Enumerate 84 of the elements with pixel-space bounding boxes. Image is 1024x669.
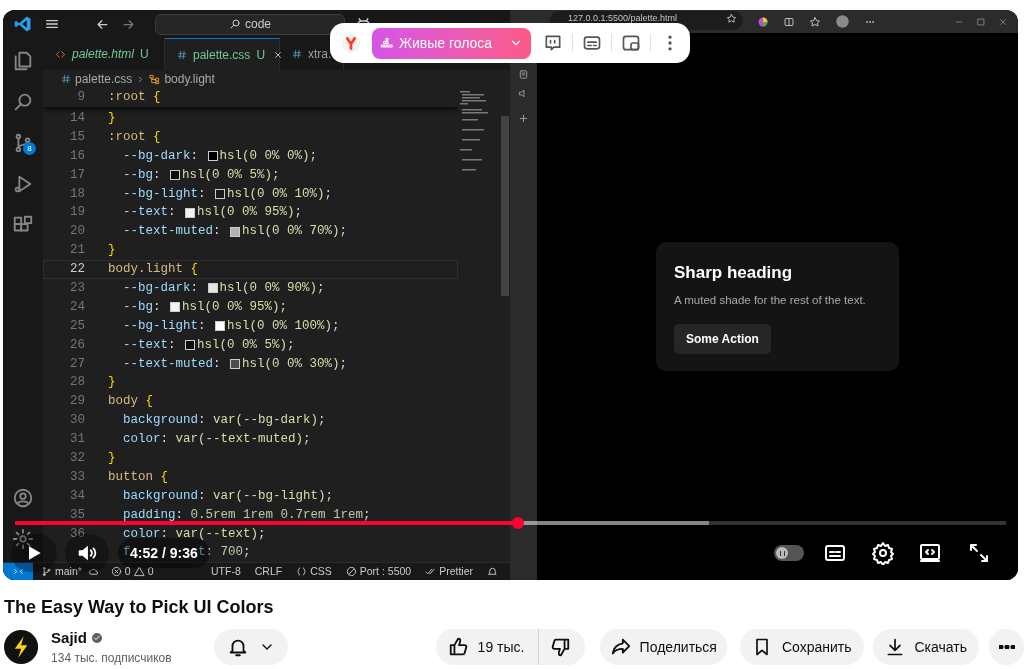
language-label[interactable]: CSS bbox=[310, 563, 332, 580]
code-text: --bg: bbox=[122, 166, 162, 184]
code-text: } bbox=[108, 109, 116, 127]
code-text: } bbox=[108, 374, 116, 392]
code-text: :root { bbox=[108, 128, 161, 146]
card-heading: Sharp heading bbox=[674, 262, 793, 284]
editor-tab[interactable]: palette.css U bbox=[165, 38, 280, 70]
line-number: 34 bbox=[70, 488, 85, 503]
line-number: 36 bbox=[70, 526, 85, 541]
code-text: --text-muted: bbox=[122, 355, 222, 373]
line-number: 23 bbox=[70, 280, 85, 295]
code-text: hsl(0 0% 30%); bbox=[242, 355, 348, 373]
line-number: 30 bbox=[70, 413, 85, 428]
code-text: --text: bbox=[122, 204, 177, 222]
code-text: --bg-dark: bbox=[122, 147, 200, 165]
code-text: --bg: bbox=[122, 298, 162, 316]
count-badge: 8 bbox=[23, 142, 36, 155]
line-number: 9 bbox=[77, 90, 85, 105]
line-number: 31 bbox=[70, 432, 85, 447]
download-button[interactable]: Скачать bbox=[872, 629, 979, 665]
code-text: background: var(--bg-dark); bbox=[122, 412, 326, 430]
code-text: hsl(0 0% 100%); bbox=[227, 317, 340, 335]
code-text: hsl(0 0% 95%); bbox=[182, 298, 288, 316]
line-number: 32 bbox=[70, 451, 85, 465]
code-text: hsl(0 0% 90%); bbox=[219, 279, 325, 297]
code-text: --bg-light: bbox=[122, 185, 207, 203]
line-number: 22 bbox=[70, 262, 85, 277]
line-number: 33 bbox=[70, 469, 85, 484]
line-number: 15 bbox=[70, 129, 85, 144]
code-text: hsl(0 0% 70%); bbox=[242, 223, 348, 241]
code-text: hsl(0 0% 95%); bbox=[197, 204, 303, 222]
code-text: padding: 0.5rem 1rem 0.7rem 1rem; bbox=[122, 506, 371, 524]
port-label[interactable]: Port : 5500 bbox=[359, 563, 412, 580]
line-number: 14 bbox=[70, 110, 85, 125]
channel-name[interactable]: Sajid bbox=[51, 626, 87, 650]
encoding-label[interactable]: UTF-8 bbox=[211, 563, 241, 580]
line-number: 19 bbox=[70, 205, 85, 220]
line-number: 16 bbox=[70, 148, 85, 163]
command-search-field[interactable]: code bbox=[155, 13, 345, 35]
code-text: } bbox=[108, 450, 116, 467]
code-text: --bg-dark: bbox=[122, 279, 200, 297]
code-text: hsl(0 0% 5%); bbox=[182, 166, 280, 184]
search-text: code bbox=[245, 16, 271, 33]
line-number: 28 bbox=[70, 375, 85, 390]
error-count[interactable]: 0 bbox=[124, 563, 131, 580]
code-text: } bbox=[108, 242, 116, 260]
code-text: :root { bbox=[108, 89, 161, 107]
line-number: 29 bbox=[70, 394, 85, 409]
code-text: color: var(--text); bbox=[122, 525, 266, 543]
breadcrumb-item[interactable]: body.light bbox=[164, 70, 215, 88]
line-number: 25 bbox=[70, 318, 85, 333]
code-text: button { bbox=[108, 468, 169, 486]
line-number: 35 bbox=[70, 507, 85, 522]
line-number: 26 bbox=[70, 337, 85, 352]
line-ending-label[interactable]: CRLF bbox=[254, 563, 283, 580]
url-text: 127.0.0.1:5500/palette.html bbox=[568, 13, 678, 23]
line-number: 24 bbox=[70, 299, 85, 314]
line-number: 21 bbox=[70, 243, 85, 258]
code-text: --text: bbox=[122, 336, 177, 354]
code-text: f bbox=[122, 544, 131, 562]
formatter-label[interactable]: Prettier bbox=[439, 563, 473, 580]
code-text: --text-muted: bbox=[122, 223, 222, 241]
save-button[interactable]: Сохранить bbox=[739, 629, 864, 665]
share-button[interactable]: Поделиться bbox=[599, 629, 727, 665]
code-text: color: var(--text-muted); bbox=[122, 431, 311, 449]
card-text: A muted shade for the rest of the text. bbox=[674, 292, 866, 308]
code-text: background: var(--bg-light); bbox=[122, 487, 334, 505]
action-button[interactable]: Some Action bbox=[674, 323, 771, 354]
warning-count[interactable]: 0 bbox=[147, 563, 154, 580]
subscriber-count: 134 тыс. подписчиков bbox=[51, 650, 172, 668]
video-title: The Easy Way to Pick UI Colors bbox=[4, 596, 275, 618]
line-number: 27 bbox=[70, 356, 85, 371]
line-number: 18 bbox=[70, 186, 85, 201]
code-text: t: 700; bbox=[198, 544, 251, 562]
line-number: 17 bbox=[70, 167, 85, 182]
code-text: hsl(0 0% 5%); bbox=[197, 336, 295, 354]
code-text: hsl(0 0% 10%); bbox=[227, 185, 333, 203]
code-text: body { bbox=[108, 393, 154, 411]
code-text: body.light { bbox=[108, 261, 199, 279]
code-text: --bg-light: bbox=[122, 317, 207, 335]
branch-name[interactable]: main* bbox=[55, 563, 82, 580]
line-number: 20 bbox=[70, 224, 85, 239]
code-text: hsl(0 0% 0%); bbox=[219, 147, 318, 165]
breadcrumb-item[interactable]: palette.css bbox=[75, 70, 133, 88]
